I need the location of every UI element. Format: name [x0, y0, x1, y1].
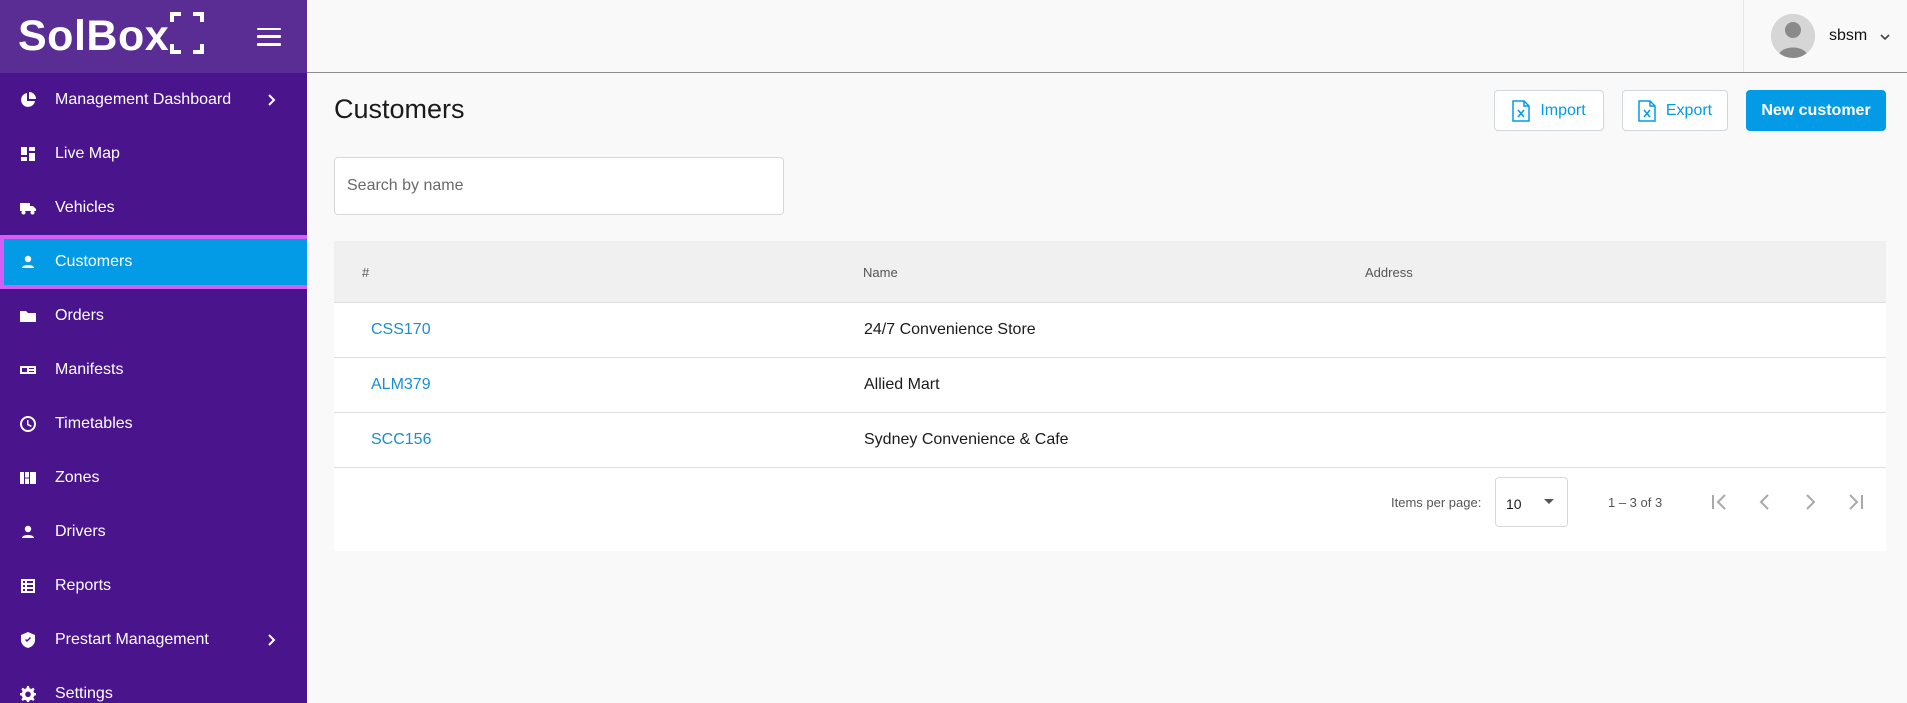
folder-icon	[20, 308, 36, 324]
customer-id-link[interactable]: CSS170	[371, 321, 431, 339]
sidebar-item-orders[interactable]: Orders	[0, 289, 307, 343]
sidebar: SolBox Management Dashboard Live Map Veh…	[0, 0, 307, 703]
customer-id-link[interactable]: SCC156	[371, 431, 431, 449]
chevron-right-icon	[263, 92, 279, 108]
sidebar-item-label: Management Dashboard	[55, 91, 232, 108]
items-per-page-select[interactable]: 10	[1495, 477, 1568, 527]
user-name: sbsm	[1829, 27, 1868, 44]
page-title: Customers	[334, 94, 465, 124]
dropdown-arrow-icon	[1544, 499, 1554, 504]
clock-icon	[20, 416, 36, 432]
search-input[interactable]	[334, 157, 784, 215]
logo-bracket-icon	[170, 11, 205, 54]
dashboard-icon	[20, 146, 36, 162]
sidebar-item-reports[interactable]: Reports	[0, 559, 307, 613]
user-menu[interactable]: sbsm	[1743, 0, 1907, 72]
chevron-left-icon	[1759, 494, 1769, 510]
excel-file-icon	[1638, 99, 1656, 122]
sidebar-item-label: Settings	[55, 685, 113, 702]
sidebar-item-customers[interactable]: Customers	[0, 235, 307, 289]
column-header-name[interactable]: Name	[863, 265, 898, 280]
avatar	[1771, 14, 1815, 58]
logo-text: SolBox	[18, 12, 170, 60]
table-row[interactable]: SCC156 Sydney Convenience & Cafe	[334, 413, 1886, 468]
chevron-down-icon	[1879, 30, 1891, 42]
sidebar-item-drivers[interactable]: Drivers	[0, 505, 307, 559]
brand-bar: SolBox	[0, 0, 307, 73]
customers-table: # Name Address CSS170 24/7 Convenience S…	[334, 241, 1886, 551]
id-card-icon	[20, 362, 36, 378]
items-per-page-label: Items per page:	[1391, 495, 1482, 510]
sidebar-item-label: Live Map	[55, 145, 120, 162]
paginator: Items per page: 10 1 – 3 of 3	[334, 473, 1886, 533]
import-label: Import	[1540, 101, 1586, 119]
sidebar-item-label: Orders	[55, 307, 104, 324]
gear-icon	[20, 686, 36, 702]
chevron-right-icon	[1806, 494, 1816, 510]
sidebar-item-management-dashboard[interactable]: Management Dashboard	[0, 73, 307, 127]
customer-name: Allied Mart	[864, 376, 940, 393]
sidebar-item-label: Drivers	[55, 523, 106, 540]
customer-name: Sydney Convenience & Cafe	[864, 431, 1069, 448]
next-page-button[interactable]	[1795, 487, 1825, 517]
sidebar-item-label: Prestart Management	[55, 631, 209, 648]
solbox-logo[interactable]: SolBox	[18, 11, 205, 60]
sidebar-item-zones[interactable]: Zones	[0, 451, 307, 505]
first-page-icon	[1712, 494, 1726, 510]
sidebar-item-label: Customers	[55, 253, 133, 270]
export-button[interactable]: Export	[1622, 90, 1728, 131]
previous-page-button[interactable]	[1750, 487, 1780, 517]
table-row[interactable]: ALM379 Allied Mart	[334, 358, 1886, 413]
sidebar-item-label: Vehicles	[55, 199, 115, 216]
sidebar-nav: Management Dashboard Live Map Vehicles C…	[0, 73, 307, 703]
menu-toggle-icon[interactable]	[257, 27, 281, 46]
excel-file-icon	[1512, 99, 1531, 122]
sidebar-item-label: Reports	[55, 577, 112, 594]
customer-id-link[interactable]: ALM379	[371, 376, 431, 394]
column-header-address[interactable]: Address	[1365, 265, 1413, 280]
table-header: # Name Address	[334, 241, 1886, 303]
first-page-button[interactable]	[1705, 487, 1735, 517]
grid-icon	[20, 470, 36, 486]
new-customer-button[interactable]: New customer	[1746, 90, 1886, 131]
sidebar-item-manifests[interactable]: Manifests	[0, 343, 307, 397]
export-label: Export	[1665, 101, 1713, 119]
sidebar-item-timetables[interactable]: Timetables	[0, 397, 307, 451]
column-header-id[interactable]: #	[362, 265, 369, 280]
table-row[interactable]: CSS170 24/7 Convenience Store	[334, 303, 1886, 358]
last-page-button[interactable]	[1840, 487, 1870, 517]
import-button[interactable]: Import	[1494, 90, 1604, 131]
items-per-page-value: 10	[1506, 496, 1522, 512]
list-icon	[20, 578, 36, 594]
sidebar-item-settings[interactable]: Settings	[0, 667, 307, 703]
last-page-icon	[1849, 494, 1863, 510]
sidebar-item-label: Manifests	[55, 361, 124, 378]
person-icon	[20, 524, 36, 540]
shield-check-icon	[20, 632, 36, 648]
user-avatar-icon	[1771, 14, 1815, 58]
page-range-label: 1 – 3 of 3	[1608, 495, 1663, 510]
chevron-right-icon	[263, 632, 279, 648]
sidebar-item-label: Timetables	[55, 415, 133, 432]
pie-chart-icon	[20, 92, 36, 108]
sidebar-item-live-map[interactable]: Live Map	[0, 127, 307, 181]
sidebar-item-prestart-management[interactable]: Prestart Management	[0, 613, 307, 667]
person-icon	[20, 254, 36, 270]
customer-name: 24/7 Convenience Store	[864, 321, 1036, 338]
topbar: sbsm	[307, 0, 1907, 73]
sidebar-item-label: Zones	[55, 469, 100, 486]
truck-icon	[20, 200, 36, 216]
sidebar-item-vehicles[interactable]: Vehicles	[0, 181, 307, 235]
